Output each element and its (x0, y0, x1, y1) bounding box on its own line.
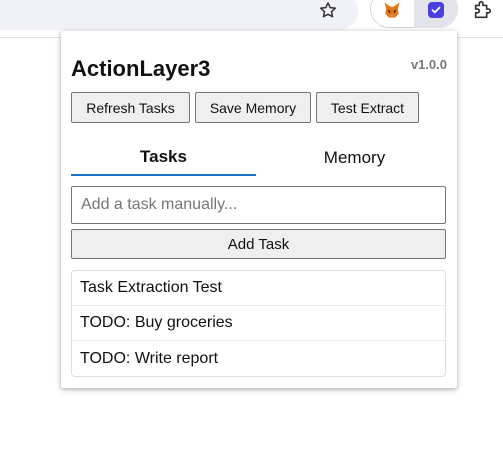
tab-memory[interactable]: Memory (262, 139, 447, 176)
task-input[interactable] (71, 186, 446, 224)
task-item[interactable]: Task Extraction Test (72, 271, 445, 306)
task-list: Task Extraction Test TODO: Buy groceries… (71, 270, 446, 377)
popup-header: ActionLayer3 v1.0.0 (71, 55, 447, 85)
star-icon[interactable] (316, 0, 340, 20)
save-memory-button[interactable]: Save Memory (195, 92, 311, 123)
actionlayer-extension-icon[interactable] (428, 2, 444, 18)
puzzle-icon[interactable] (470, 0, 496, 22)
metamask-fox-icon[interactable] (380, 0, 404, 20)
task-item[interactable]: TODO: Write report (72, 341, 445, 376)
tab-bar: Tasks Memory (71, 139, 447, 177)
task-item[interactable]: TODO: Buy groceries (72, 306, 445, 341)
version-label: v1.0.0 (410, 57, 447, 72)
tab-tasks[interactable]: Tasks (71, 139, 256, 176)
app-title: ActionLayer3 (71, 56, 211, 81)
add-task-button[interactable]: Add Task (71, 229, 446, 259)
extension-popup: ActionLayer3 v1.0.0 Refresh Tasks Save M… (61, 31, 457, 388)
address-bar[interactable] (0, 0, 358, 30)
refresh-tasks-button[interactable]: Refresh Tasks (71, 92, 190, 123)
test-extract-button[interactable]: Test Extract (316, 92, 419, 123)
